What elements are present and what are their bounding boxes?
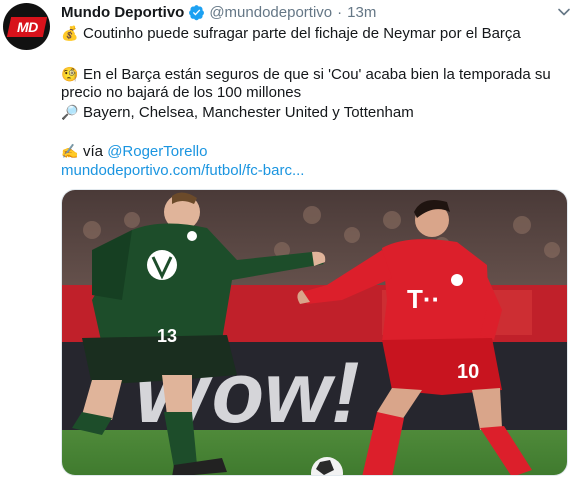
left-player-number: 13 [157, 326, 177, 346]
magnifier-icon: 🔎 [61, 104, 79, 120]
tweet-text: Coutinho puede sufragar parte del fichaj… [83, 25, 521, 42]
article-line: mundodeportivo.com/futbol/fc-barc... [61, 161, 304, 181]
separator-dot: · [337, 3, 343, 21]
writing-hand-icon: ✍ [61, 143, 79, 159]
tweet-text-line: 🧐 En el Barça están seguros de que si 'Co… [61, 64, 551, 85]
mention-link[interactable]: @RogerTorello [107, 143, 207, 160]
verified-badge-icon [189, 4, 205, 20]
brand-logo: MD [6, 16, 47, 37]
tweet-header: Mundo Deportivo @mundodeportivo · 13m [61, 2, 376, 22]
monocle-icon: 🧐 [61, 66, 79, 82]
tweet-photo[interactable]: Wow! 13 T·· 10 [61, 189, 568, 476]
display-name[interactable]: Mundo Deportivo [61, 4, 184, 21]
avatar[interactable]: MD [3, 3, 50, 50]
tweet-text-line: 🔎 Bayern, Chelsea, Manchester United y To… [61, 102, 414, 123]
via-label: vía [83, 143, 104, 160]
sponsor-logo: T·· [407, 284, 440, 314]
chevron-down-icon[interactable] [557, 5, 571, 19]
tweet-text-line: 💰 Coutinho puede sufragar parte del ficha… [61, 23, 521, 44]
moneybag-icon: 💰 [61, 25, 79, 41]
via-line: ✍ vía @RogerTorello [61, 141, 207, 162]
brand-logo-text: MD [16, 18, 37, 35]
right-player-number: 10 [457, 361, 479, 383]
timestamp[interactable]: 13m [347, 4, 376, 21]
tweet-text-line: precio no bajará de los 100 millones [61, 83, 301, 103]
football-photo: Wow! 13 T·· 10 [62, 190, 567, 475]
article-link[interactable]: mundodeportivo.com/futbol/fc-barc... [61, 162, 304, 179]
user-handle[interactable]: @mundodeportivo [209, 4, 332, 21]
tweet-text: En el Barça están seguros de que si 'Cou… [83, 66, 551, 83]
tweet-text: Bayern, Chelsea, Manchester United y Tot… [83, 104, 414, 121]
tweet-text: precio no bajará de los 100 millones [61, 84, 302, 101]
tweet[interactable]: MD Mundo Deportivo @mundodeportivo · 13m… [0, 0, 579, 486]
